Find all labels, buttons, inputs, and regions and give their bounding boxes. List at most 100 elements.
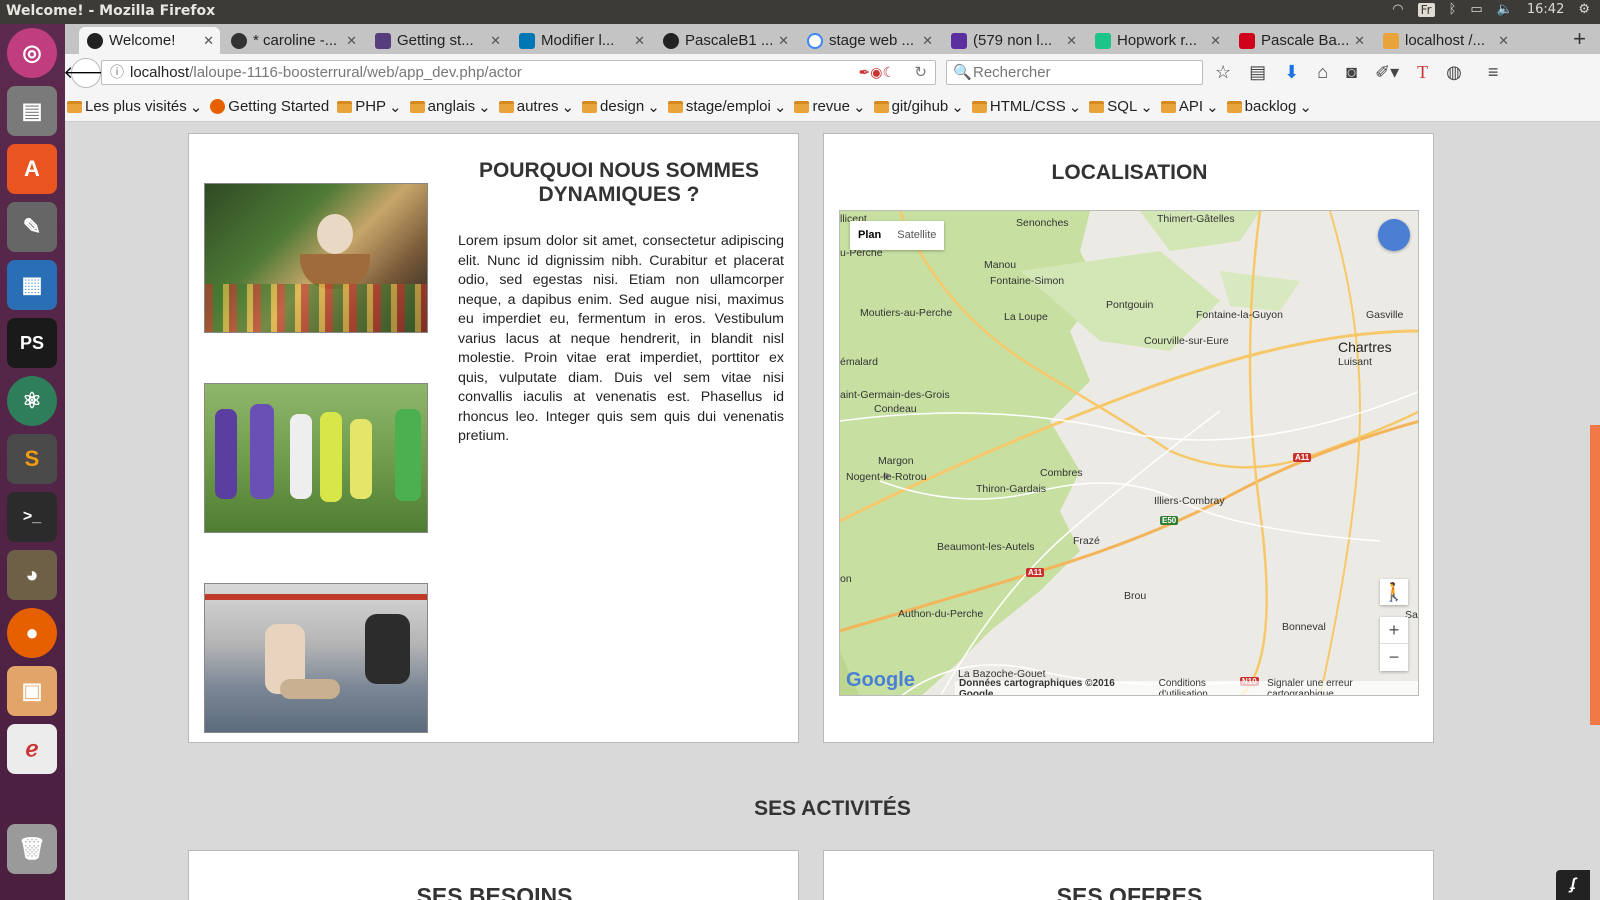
bookmark-item[interactable]: git/gihub ⌄: [873, 98, 964, 116]
bookmark-item[interactable]: API ⌄: [1160, 98, 1219, 116]
menu-icon[interactable]: ≡: [1488, 62, 1499, 83]
bookmark-star-icon[interactable]: ☆: [1215, 62, 1231, 83]
tab-favicon-icon: [231, 32, 247, 49]
zoom-in-button[interactable]: +: [1380, 617, 1408, 644]
bookmark-item[interactable]: stage/emploi ⌄: [667, 98, 786, 116]
tab-hopwork[interactable]: Hopwork r... ✕: [1087, 27, 1227, 54]
bookmark-item[interactable]: PHP ⌄: [337, 98, 402, 116]
map-place-label: Illiers-Combray: [1154, 495, 1225, 507]
back-button[interactable]: 🡐: [63, 58, 109, 88]
tab-welcome[interactable]: Welcome! ✕: [79, 27, 220, 54]
atom-icon[interactable]: ⚛: [7, 376, 57, 426]
dynamic-text: Lorem ipsum dolor sit amet, consectetur …: [458, 233, 784, 444]
page-scrollbar[interactable]: [1590, 122, 1600, 900]
translate-icon[interactable]: T: [1417, 62, 1428, 83]
firefox-icon[interactable]: ●: [7, 608, 57, 658]
close-tab-icon[interactable]: ✕: [634, 33, 645, 49]
close-tab-icon[interactable]: ✕: [1354, 33, 1365, 49]
bookmark-item[interactable]: Getting Started: [210, 98, 329, 115]
reload-icon[interactable]: ↻: [914, 61, 927, 84]
terminal-icon[interactable]: >_: [7, 492, 57, 542]
map-place-label: Nogent-le-Rotrou: [846, 471, 927, 483]
search-input[interactable]: 🔍 Rechercher: [946, 60, 1203, 85]
map-type-plan-button[interactable]: Plan: [850, 221, 889, 250]
bluetooth-icon[interactable]: ᛒ: [1449, 2, 1457, 17]
florist-photo: [204, 183, 428, 333]
impress-icon[interactable]: ▣: [7, 666, 57, 716]
tab-caroline[interactable]: * caroline -... ✕: [223, 27, 363, 54]
bookmark-item[interactable]: design ⌄: [582, 98, 660, 116]
close-tab-icon[interactable]: ✕: [490, 33, 501, 49]
bookmark-item[interactable]: revue ⌄: [794, 98, 866, 116]
folder-icon: [971, 100, 987, 113]
bookmark-item[interactable]: backlog ⌄: [1226, 98, 1312, 116]
map-place-label: Fontaine-Simon: [990, 275, 1065, 287]
bookmark-item[interactable]: HTML/CSS ⌄: [971, 98, 1081, 116]
writer-icon[interactable]: ▦: [7, 260, 57, 310]
account-avatar-icon[interactable]: [1378, 219, 1410, 251]
github-favicon-icon: [663, 32, 679, 49]
tab-linkedin[interactable]: Modifier l... ✕: [511, 27, 651, 54]
eyedropper-icon[interactable]: ✐▾: [1375, 62, 1399, 83]
trash-icon[interactable]: 🗑: [7, 824, 57, 874]
url-host: localhost: [130, 64, 190, 81]
close-tab-icon[interactable]: ✕: [1498, 33, 1509, 49]
volume-icon[interactable]: 🔈: [1497, 2, 1513, 17]
pocket-icon[interactable]: ◙: [1346, 62, 1357, 83]
close-tab-icon[interactable]: ✕: [922, 33, 933, 49]
software-center-icon[interactable]: A: [7, 144, 57, 194]
tab-phpmyadmin[interactable]: localhost /... ✕: [1375, 27, 1515, 54]
tab-google-search[interactable]: stage web ... ✕: [799, 27, 939, 54]
map-type-satellite-button[interactable]: Satellite: [889, 221, 944, 250]
url-bar[interactable]: ⓘ localhost/laloupe-1116-boosterrural/we…: [101, 60, 936, 85]
bookmark-item[interactable]: anglais ⌄: [409, 98, 491, 116]
tab-pascale[interactable]: Pascale Ba... ✕: [1231, 27, 1371, 54]
symfony-toolbar-icon[interactable]: ʄ: [1556, 870, 1590, 900]
downloads-icon[interactable]: ⬇: [1284, 62, 1299, 83]
chevron-down-icon: ⌄: [189, 98, 203, 116]
vpn-icon[interactable]: ◍: [1446, 62, 1462, 83]
battery-icon[interactable]: ▭: [1470, 2, 1482, 17]
chevron-down-icon: ⌄: [647, 98, 660, 116]
clock[interactable]: 16:42: [1527, 2, 1564, 17]
gimp-icon[interactable]: ◕: [7, 550, 57, 600]
bookmark-item[interactable]: SQL ⌄: [1089, 98, 1153, 116]
pdf-viewer-icon[interactable]: ℯ: [7, 724, 57, 774]
reading-list-icon[interactable]: ▤: [1249, 62, 1266, 83]
close-tab-icon[interactable]: ✕: [778, 33, 789, 49]
map-attribution: Données cartographiques ©2016 Google: [959, 678, 1115, 696]
tab-bootstrap[interactable]: Getting st... ✕: [367, 27, 507, 54]
bookmark-label: SQL: [1107, 98, 1138, 115]
pegman-icon[interactable]: 🚶: [1380, 579, 1408, 605]
system-settings-icon[interactable]: ✎: [7, 202, 57, 252]
phpmyadmin-favicon-icon: [1383, 32, 1399, 49]
home-icon[interactable]: ⌂: [1317, 62, 1328, 83]
zoom-out-button[interactable]: −: [1380, 644, 1408, 671]
tab-github[interactable]: PascaleB1 ... ✕: [655, 27, 795, 54]
ubuntu-dash-icon[interactable]: ◎: [7, 28, 57, 78]
close-tab-icon[interactable]: ✕: [1210, 33, 1221, 49]
new-tab-button[interactable]: +: [1573, 26, 1586, 52]
close-tab-icon[interactable]: ✕: [1066, 33, 1077, 49]
settings-gear-icon[interactable]: ⚙: [1578, 2, 1590, 17]
scrollbar-thumb[interactable]: [1590, 425, 1600, 725]
keyboard-layout-indicator[interactable]: Fr: [1417, 2, 1435, 17]
map-report-link[interactable]: Signaler une erreur cartographique: [1267, 678, 1418, 695]
tab-mail[interactable]: (579 non l... ✕: [943, 27, 1083, 54]
close-tab-icon[interactable]: ✕: [203, 33, 214, 49]
sublime-text-icon[interactable]: S: [7, 434, 57, 484]
phpstorm-icon[interactable]: PS: [7, 318, 57, 368]
close-tab-icon[interactable]: ✕: [346, 33, 357, 49]
wifi-icon[interactable]: ◠: [1392, 2, 1403, 17]
launcher: ◎ ▤ A ✎ ▦ PS ⚛ S >_ ◕ ● ▣ ℯ 🗑: [0, 24, 65, 900]
bookmark-item[interactable]: autres ⌄: [498, 98, 574, 116]
bookmark-item[interactable]: Les plus visités ⌄: [67, 98, 202, 116]
google-map[interactable]: llicent Senonches Thimert-Gâtelles u-Perche…: [839, 210, 1419, 696]
files-icon[interactable]: ▤: [7, 86, 57, 136]
tab-label: Welcome!: [109, 32, 176, 49]
map-terms-link[interactable]: Conditions d'utilisation: [1159, 678, 1255, 695]
bookmark-label: PHP: [355, 98, 387, 115]
site-info-icon[interactable]: ⓘ: [110, 61, 124, 84]
addon-icons[interactable]: ✒◉☾: [859, 61, 896, 84]
folder-icon: [667, 100, 683, 113]
